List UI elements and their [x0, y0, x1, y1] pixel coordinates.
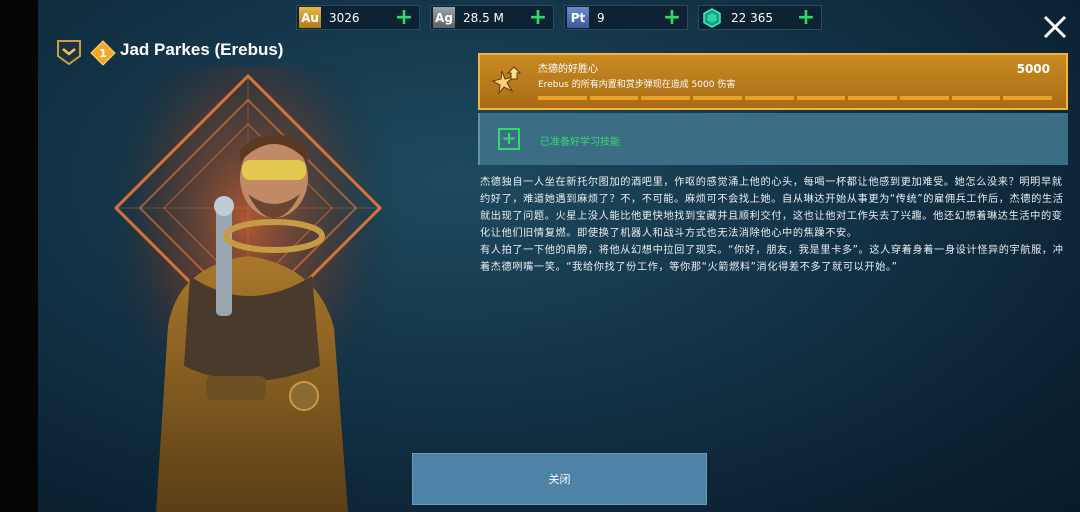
progress-segment — [538, 96, 587, 100]
character-story: 杰德独自一人坐在新托尔图加的酒吧里，作呕的感觉涌上他的心头，每喝一杯都让他感到更… — [480, 174, 1072, 276]
resource-gems: 22 365 + — [698, 5, 822, 30]
plus-icon[interactable]: + — [498, 128, 520, 150]
achievement-title: 杰德的好胜心 — [538, 64, 598, 75]
progress-segment — [899, 96, 949, 100]
character-name: Jad Parkes (Erebus) — [120, 40, 284, 59]
resource-gold: Au 3026 + — [296, 5, 420, 30]
achievement-banner: 杰德的好胜心 Erebus 的所有内置和赏步弹现在造成 5000 伤害 5000 — [478, 53, 1068, 110]
gem-icon — [701, 7, 723, 28]
burst-upgrade-icon — [491, 66, 522, 95]
gems-value: 22 365 — [731, 10, 773, 25]
add-silver-button[interactable]: + — [527, 6, 549, 29]
add-gold-button[interactable]: + — [393, 6, 415, 29]
progress-segment — [589, 96, 639, 100]
gold-icon: Au — [299, 7, 321, 28]
progress-segment — [641, 96, 691, 100]
character-portrait — [98, 66, 398, 512]
progress-segment — [693, 96, 742, 100]
achievement-description: Erebus 的所有内置和赏步弹现在造成 5000 伤害 — [538, 80, 736, 90]
progress-segment — [744, 96, 794, 100]
character-details-screen: Au 3026 + Ag 28.5 M + Pt 9 + 22 365 + 1 … — [38, 0, 1080, 512]
silver-value: 28.5 M — [463, 10, 504, 25]
progress-segment — [1003, 96, 1053, 100]
resource-platinum: Pt 9 + — [564, 5, 688, 30]
add-platinum-button[interactable]: + — [661, 6, 683, 29]
close-icon[interactable] — [1042, 14, 1068, 40]
story-paragraph: 杰德独自一人坐在新托尔图加的酒吧里，作呕的感觉涌上他的心头，每喝一杯都让他感到更… — [480, 177, 1064, 239]
progress-segment — [796, 96, 846, 100]
silver-icon: Ag — [433, 7, 455, 28]
resource-silver: Ag 28.5 M + — [430, 5, 554, 30]
close-button[interactable]: 关闭 — [412, 453, 707, 505]
platinum-value: 9 — [597, 10, 605, 25]
skill-ready-label: 已准备好学习技能 — [540, 137, 620, 148]
progress-segment — [951, 96, 1001, 100]
story-paragraph: 有人拍了一下他的肩膀，将他从幻想中拉回了现实。“你好，朋友，我是里卡多”。这人穿… — [480, 245, 1064, 273]
left-edge-bar — [0, 0, 38, 512]
add-gems-button[interactable]: + — [795, 6, 817, 29]
achievement-progress-bar — [538, 96, 1053, 100]
platinum-icon: Pt — [567, 7, 589, 28]
learn-skill-row[interactable]: + 已准备好学习技能 — [478, 113, 1068, 165]
gold-value: 3026 — [329, 10, 360, 25]
progress-segment — [848, 96, 897, 100]
achievement-value: 5000 — [1016, 62, 1050, 76]
character-level: 1 — [99, 46, 107, 60]
rank-chevron-icon — [57, 40, 81, 66]
